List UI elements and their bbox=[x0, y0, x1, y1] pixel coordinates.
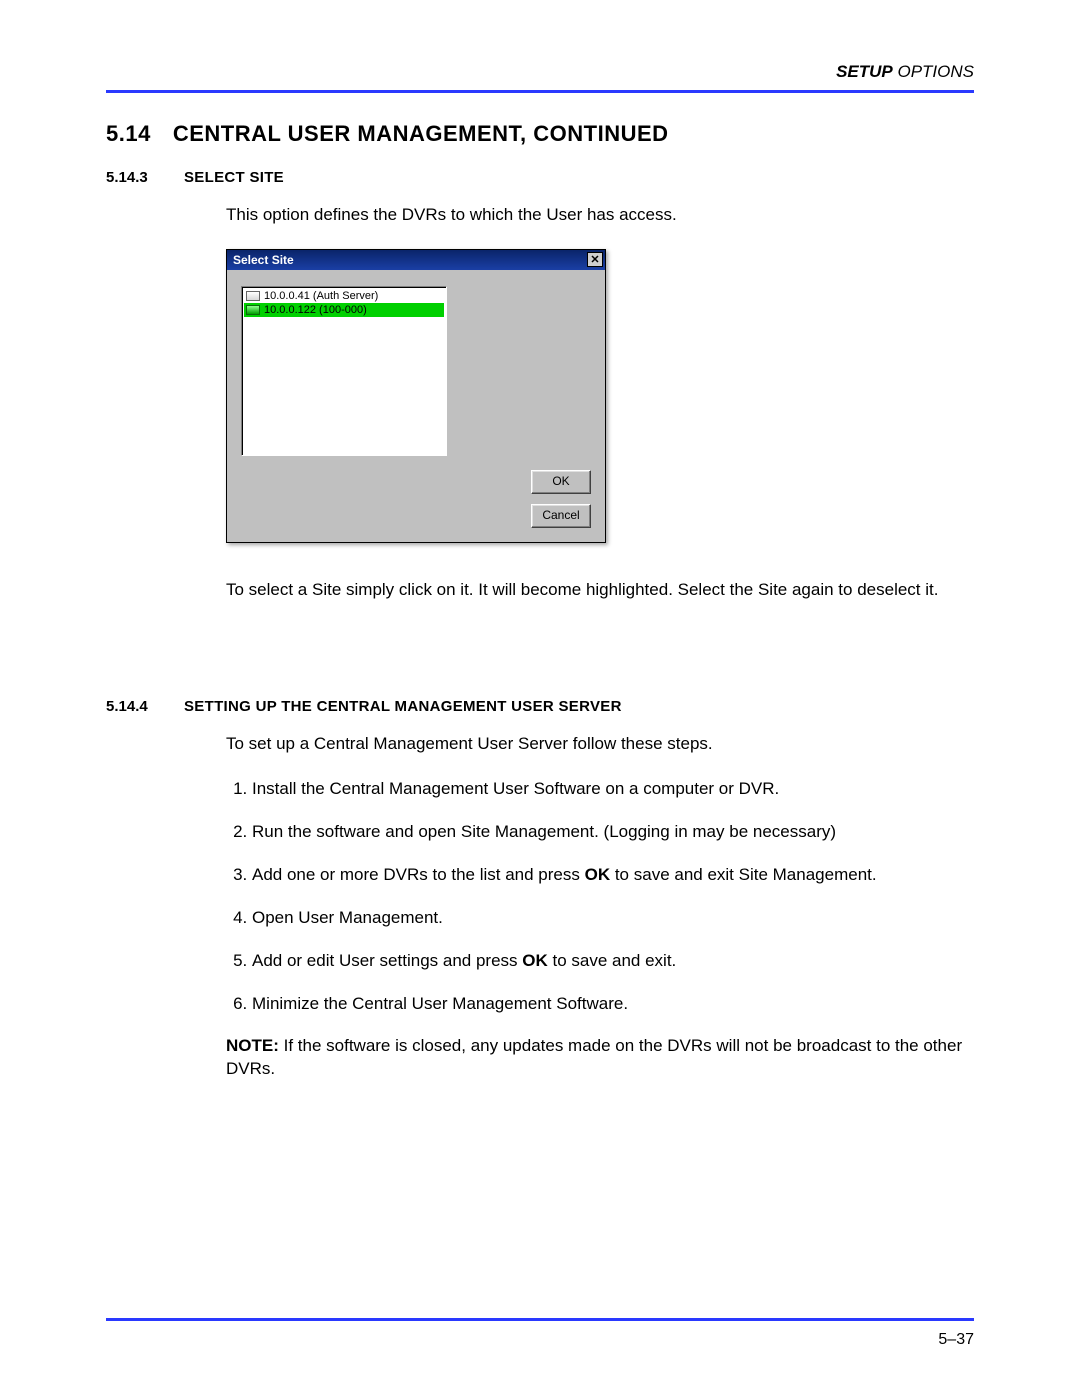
subsection-body: To set up a Central Management User Serv… bbox=[226, 733, 974, 1081]
step-text-post: to save and exit Site Management. bbox=[610, 865, 877, 884]
subsection-heading: 5.14.4 SETTING UP THE CENTRAL MANAGEMENT… bbox=[106, 698, 974, 715]
cancel-button[interactable]: Cancel bbox=[531, 504, 591, 528]
step-item: Add one or more DVRs to the list and pre… bbox=[252, 864, 974, 887]
header-bold: SETUP bbox=[836, 62, 893, 81]
note-paragraph: NOTE: If the software is closed, any upd… bbox=[226, 1035, 974, 1081]
dialog-buttons: OK Cancel bbox=[241, 470, 591, 528]
note-body: If the software is closed, any updates m… bbox=[226, 1036, 962, 1078]
step-text: Install the Central Management User Soft… bbox=[252, 779, 779, 798]
list-item[interactable]: 10.0.0.122 (100-000) bbox=[244, 303, 444, 317]
step-text: Minimize the Central User Management Sof… bbox=[252, 994, 628, 1013]
step-text: Open User Management. bbox=[252, 908, 443, 927]
steps-list: Install the Central Management User Soft… bbox=[226, 778, 974, 1016]
dialog-titlebar: Select Site ✕ bbox=[227, 250, 605, 270]
after-paragraph: To select a Site simply click on it. It … bbox=[226, 579, 974, 602]
step-text-post: to save and exit. bbox=[548, 951, 677, 970]
section-heading: 5.14 CENTRAL USER MANAGEMENT, CONTINUED bbox=[106, 121, 974, 147]
spacer bbox=[106, 624, 974, 684]
subsection-body: This option defines the DVRs to which th… bbox=[226, 204, 974, 602]
step-text-pre: Add one or more DVRs to the list and pre… bbox=[252, 865, 585, 884]
header-light: OPTIONS bbox=[893, 62, 974, 81]
intro-paragraph: This option defines the DVRs to which th… bbox=[226, 204, 974, 227]
subsection-title: SELECT SITE bbox=[184, 169, 284, 186]
step-text-pre: Add or edit User settings and press bbox=[252, 951, 522, 970]
step-item: Minimize the Central User Management Sof… bbox=[252, 993, 974, 1016]
select-site-dialog: Select Site ✕ 10.0.0.41 (Auth Server) 10… bbox=[226, 249, 606, 543]
note-label: NOTE: bbox=[226, 1036, 279, 1055]
intro-paragraph: To set up a Central Management User Serv… bbox=[226, 733, 974, 756]
site-icon bbox=[246, 291, 260, 301]
list-item-label: 10.0.0.41 (Auth Server) bbox=[264, 289, 378, 303]
dialog-title: Select Site bbox=[233, 253, 294, 267]
step-item: Add or edit User settings and press OK t… bbox=[252, 950, 974, 973]
step-text-bold: OK bbox=[522, 951, 548, 970]
page-number: 5–37 bbox=[106, 1331, 974, 1349]
running-header: SETUP OPTIONS bbox=[106, 62, 974, 82]
close-icon[interactable]: ✕ bbox=[587, 252, 603, 267]
bottom-rule bbox=[106, 1318, 974, 1321]
dialog-body: 10.0.0.41 (Auth Server) 10.0.0.122 (100-… bbox=[227, 270, 605, 542]
page: SETUP OPTIONS 5.14 CENTRAL USER MANAGEME… bbox=[0, 0, 1080, 1397]
subsection-heading: 5.14.3 SELECT SITE bbox=[106, 169, 974, 186]
site-listbox[interactable]: 10.0.0.41 (Auth Server) 10.0.0.122 (100-… bbox=[241, 286, 447, 456]
subsection-number: 5.14.3 bbox=[106, 169, 166, 186]
section-number: 5.14 bbox=[106, 121, 151, 147]
top-rule bbox=[106, 90, 974, 93]
ok-button[interactable]: OK bbox=[531, 470, 591, 494]
step-item: Install the Central Management User Soft… bbox=[252, 778, 974, 801]
step-text-bold: OK bbox=[585, 865, 611, 884]
step-text: Run the software and open Site Managemen… bbox=[252, 822, 836, 841]
step-item: Run the software and open Site Managemen… bbox=[252, 821, 974, 844]
list-item[interactable]: 10.0.0.41 (Auth Server) bbox=[244, 289, 444, 303]
footer: 5–37 bbox=[106, 1318, 974, 1349]
subsection-number: 5.14.4 bbox=[106, 698, 166, 715]
step-item: Open User Management. bbox=[252, 907, 974, 930]
list-item-label: 10.0.0.122 (100-000) bbox=[264, 303, 367, 317]
subsection-title: SETTING UP THE CENTRAL MANAGEMENT USER S… bbox=[184, 698, 622, 715]
site-icon bbox=[246, 305, 260, 315]
section-title: CENTRAL USER MANAGEMENT, CONTINUED bbox=[173, 121, 669, 147]
